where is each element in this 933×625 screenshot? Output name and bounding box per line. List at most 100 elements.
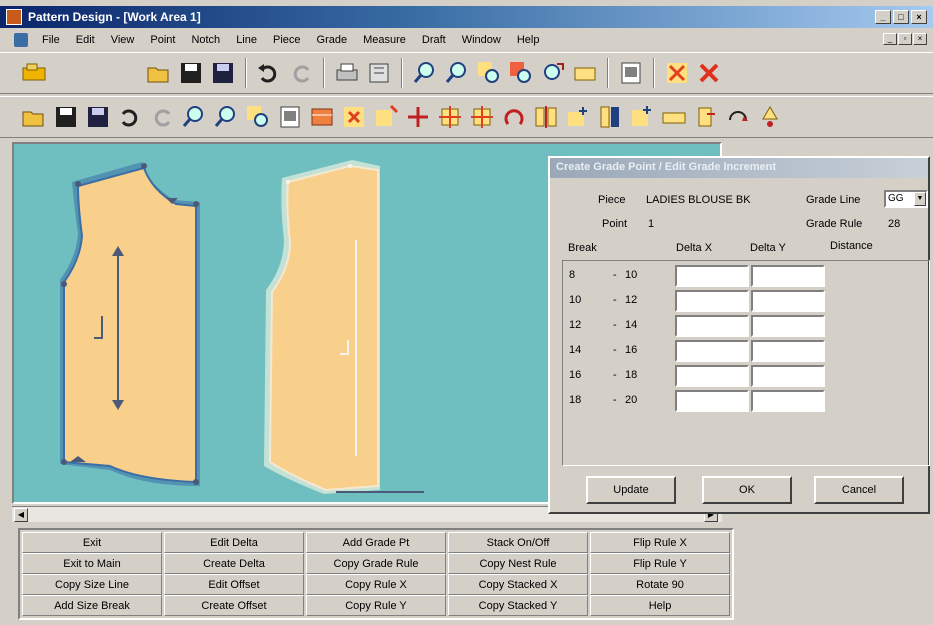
menu-piece[interactable]: Piece xyxy=(265,34,309,46)
zoom-in-icon[interactable] xyxy=(179,102,209,132)
pattern-piece-front[interactable] xyxy=(264,160,424,494)
open-icon[interactable] xyxy=(144,58,174,88)
delta-y-field[interactable] xyxy=(751,315,825,337)
notch-icon[interactable] xyxy=(563,102,593,132)
ruler-icon[interactable] xyxy=(659,102,689,132)
cancel-button[interactable]: Cancel xyxy=(814,476,904,504)
menu-window[interactable]: Window xyxy=(454,34,509,46)
report-icon[interactable] xyxy=(616,58,646,88)
report-icon[interactable] xyxy=(275,102,305,132)
undo-icon[interactable] xyxy=(115,102,145,132)
menu-notch[interactable]: Notch xyxy=(183,34,228,46)
measure-icon[interactable] xyxy=(570,58,600,88)
copy-rule-y-button[interactable]: Copy Rule Y xyxy=(306,595,446,616)
maximize-button[interactable]: □ xyxy=(893,10,909,24)
open-icon[interactable] xyxy=(19,102,49,132)
delta-y-field[interactable] xyxy=(751,290,825,312)
rotate-icon[interactable] xyxy=(499,102,529,132)
close-button[interactable]: × xyxy=(911,10,927,24)
print-icon[interactable] xyxy=(332,58,362,88)
mdi-restore-button[interactable]: ▫ xyxy=(898,33,912,45)
delta-y-field[interactable] xyxy=(751,265,825,287)
cross-icon[interactable] xyxy=(403,102,433,132)
save-icon[interactable] xyxy=(51,102,81,132)
zoom-out-icon[interactable] xyxy=(211,102,241,132)
flip-rule-y-button[interactable]: Flip Rule Y xyxy=(590,553,730,574)
delta-x-field[interactable] xyxy=(675,315,749,337)
arrow-curve-icon[interactable] xyxy=(723,102,753,132)
create-delta-button[interactable]: Create Delta xyxy=(164,553,304,574)
redo-icon[interactable] xyxy=(147,102,177,132)
piece-icon[interactable] xyxy=(14,58,54,88)
copy-stacked-x-button[interactable]: Copy Stacked X xyxy=(448,574,588,595)
mdi-minimize-button[interactable]: _ xyxy=(883,33,897,45)
menu-grade[interactable]: Grade xyxy=(309,34,356,46)
zoom-piece-icon[interactable] xyxy=(506,58,536,88)
mdi-close-button[interactable]: × xyxy=(913,33,927,45)
chevron-down-icon[interactable]: ▼ xyxy=(914,192,926,206)
save-as-icon[interactable] xyxy=(208,58,238,88)
pin-icon[interactable] xyxy=(755,102,785,132)
redo-icon[interactable] xyxy=(286,58,316,88)
edit-offset-button[interactable]: Edit Offset xyxy=(164,574,304,595)
zoom-out-icon[interactable] xyxy=(442,58,472,88)
exit-button[interactable]: Exit xyxy=(22,532,162,553)
edit-delta-button[interactable]: Edit Delta xyxy=(164,532,304,553)
delta-y-field[interactable] xyxy=(751,340,825,362)
mirror-icon[interactable] xyxy=(531,102,561,132)
delete-piece-icon[interactable] xyxy=(339,102,369,132)
menu-measure[interactable]: Measure xyxy=(355,34,414,46)
delta-x-field[interactable] xyxy=(675,265,749,287)
copy-rule-x-button[interactable]: Copy Rule X xyxy=(306,574,446,595)
menu-edit[interactable]: Edit xyxy=(68,34,103,46)
copy-grade-rule-button[interactable]: Copy Grade Rule xyxy=(306,553,446,574)
plot-icon[interactable] xyxy=(364,58,394,88)
menu-line[interactable]: Line xyxy=(228,34,265,46)
update-button[interactable]: Update xyxy=(586,476,676,504)
save-as-icon[interactable] xyxy=(83,102,113,132)
create-offset-button[interactable]: Create Offset xyxy=(164,595,304,616)
menu-file[interactable]: File xyxy=(34,34,68,46)
edit-toolbar xyxy=(0,96,933,138)
cancel-icon[interactable] xyxy=(694,58,724,88)
add-point-icon[interactable] xyxy=(371,102,401,132)
menu-view[interactable]: View xyxy=(103,34,143,46)
grade-line-select[interactable]: GG ▼ xyxy=(884,190,928,208)
delta-x-field[interactable] xyxy=(675,290,749,312)
delete-icon[interactable] xyxy=(662,58,692,88)
grade-point-icon[interactable] xyxy=(435,102,465,132)
delta-y-field[interactable] xyxy=(751,390,825,412)
flip-rule-x-button[interactable]: Flip Rule X xyxy=(590,532,730,553)
zoom-full-icon[interactable] xyxy=(538,58,568,88)
pattern-piece-back[interactable] xyxy=(60,162,200,486)
add-grade-point-button[interactable]: Add Grade Pt xyxy=(306,532,446,553)
move-piece-icon[interactable] xyxy=(691,102,721,132)
flag-icon[interactable] xyxy=(627,102,657,132)
split-icon[interactable] xyxy=(595,102,625,132)
copy-stacked-y-button[interactable]: Copy Stacked Y xyxy=(448,595,588,616)
zoom-in-icon[interactable] xyxy=(410,58,440,88)
delta-x-field[interactable] xyxy=(675,340,749,362)
ok-button[interactable]: OK xyxy=(702,476,792,504)
minimize-button[interactable]: _ xyxy=(875,10,891,24)
delta-y-field[interactable] xyxy=(751,365,825,387)
menu-point[interactable]: Point xyxy=(142,34,183,46)
undo-icon[interactable] xyxy=(254,58,284,88)
table-icon[interactable] xyxy=(307,102,337,132)
save-icon[interactable] xyxy=(176,58,206,88)
add-size-break-button[interactable]: Add Size Break xyxy=(22,595,162,616)
stack-toggle-button[interactable]: Stack On/Off xyxy=(448,532,588,553)
zoom-window-icon[interactable] xyxy=(474,58,504,88)
delta-x-field[interactable] xyxy=(675,390,749,412)
copy-nest-rule-button[interactable]: Copy Nest Rule xyxy=(448,553,588,574)
delta-x-field[interactable] xyxy=(675,365,749,387)
help-button[interactable]: Help xyxy=(590,595,730,616)
copy-size-line-button[interactable]: Copy Size Line xyxy=(22,574,162,595)
grade-move-icon[interactable] xyxy=(467,102,497,132)
menu-draft[interactable]: Draft xyxy=(414,34,454,46)
menu-help[interactable]: Help xyxy=(509,34,548,46)
exit-to-main-button[interactable]: Exit to Main xyxy=(22,553,162,574)
zoom-window-icon[interactable] xyxy=(243,102,273,132)
scroll-left-icon[interactable]: ◀ xyxy=(14,508,28,522)
rotate-90-button[interactable]: Rotate 90 xyxy=(590,574,730,595)
